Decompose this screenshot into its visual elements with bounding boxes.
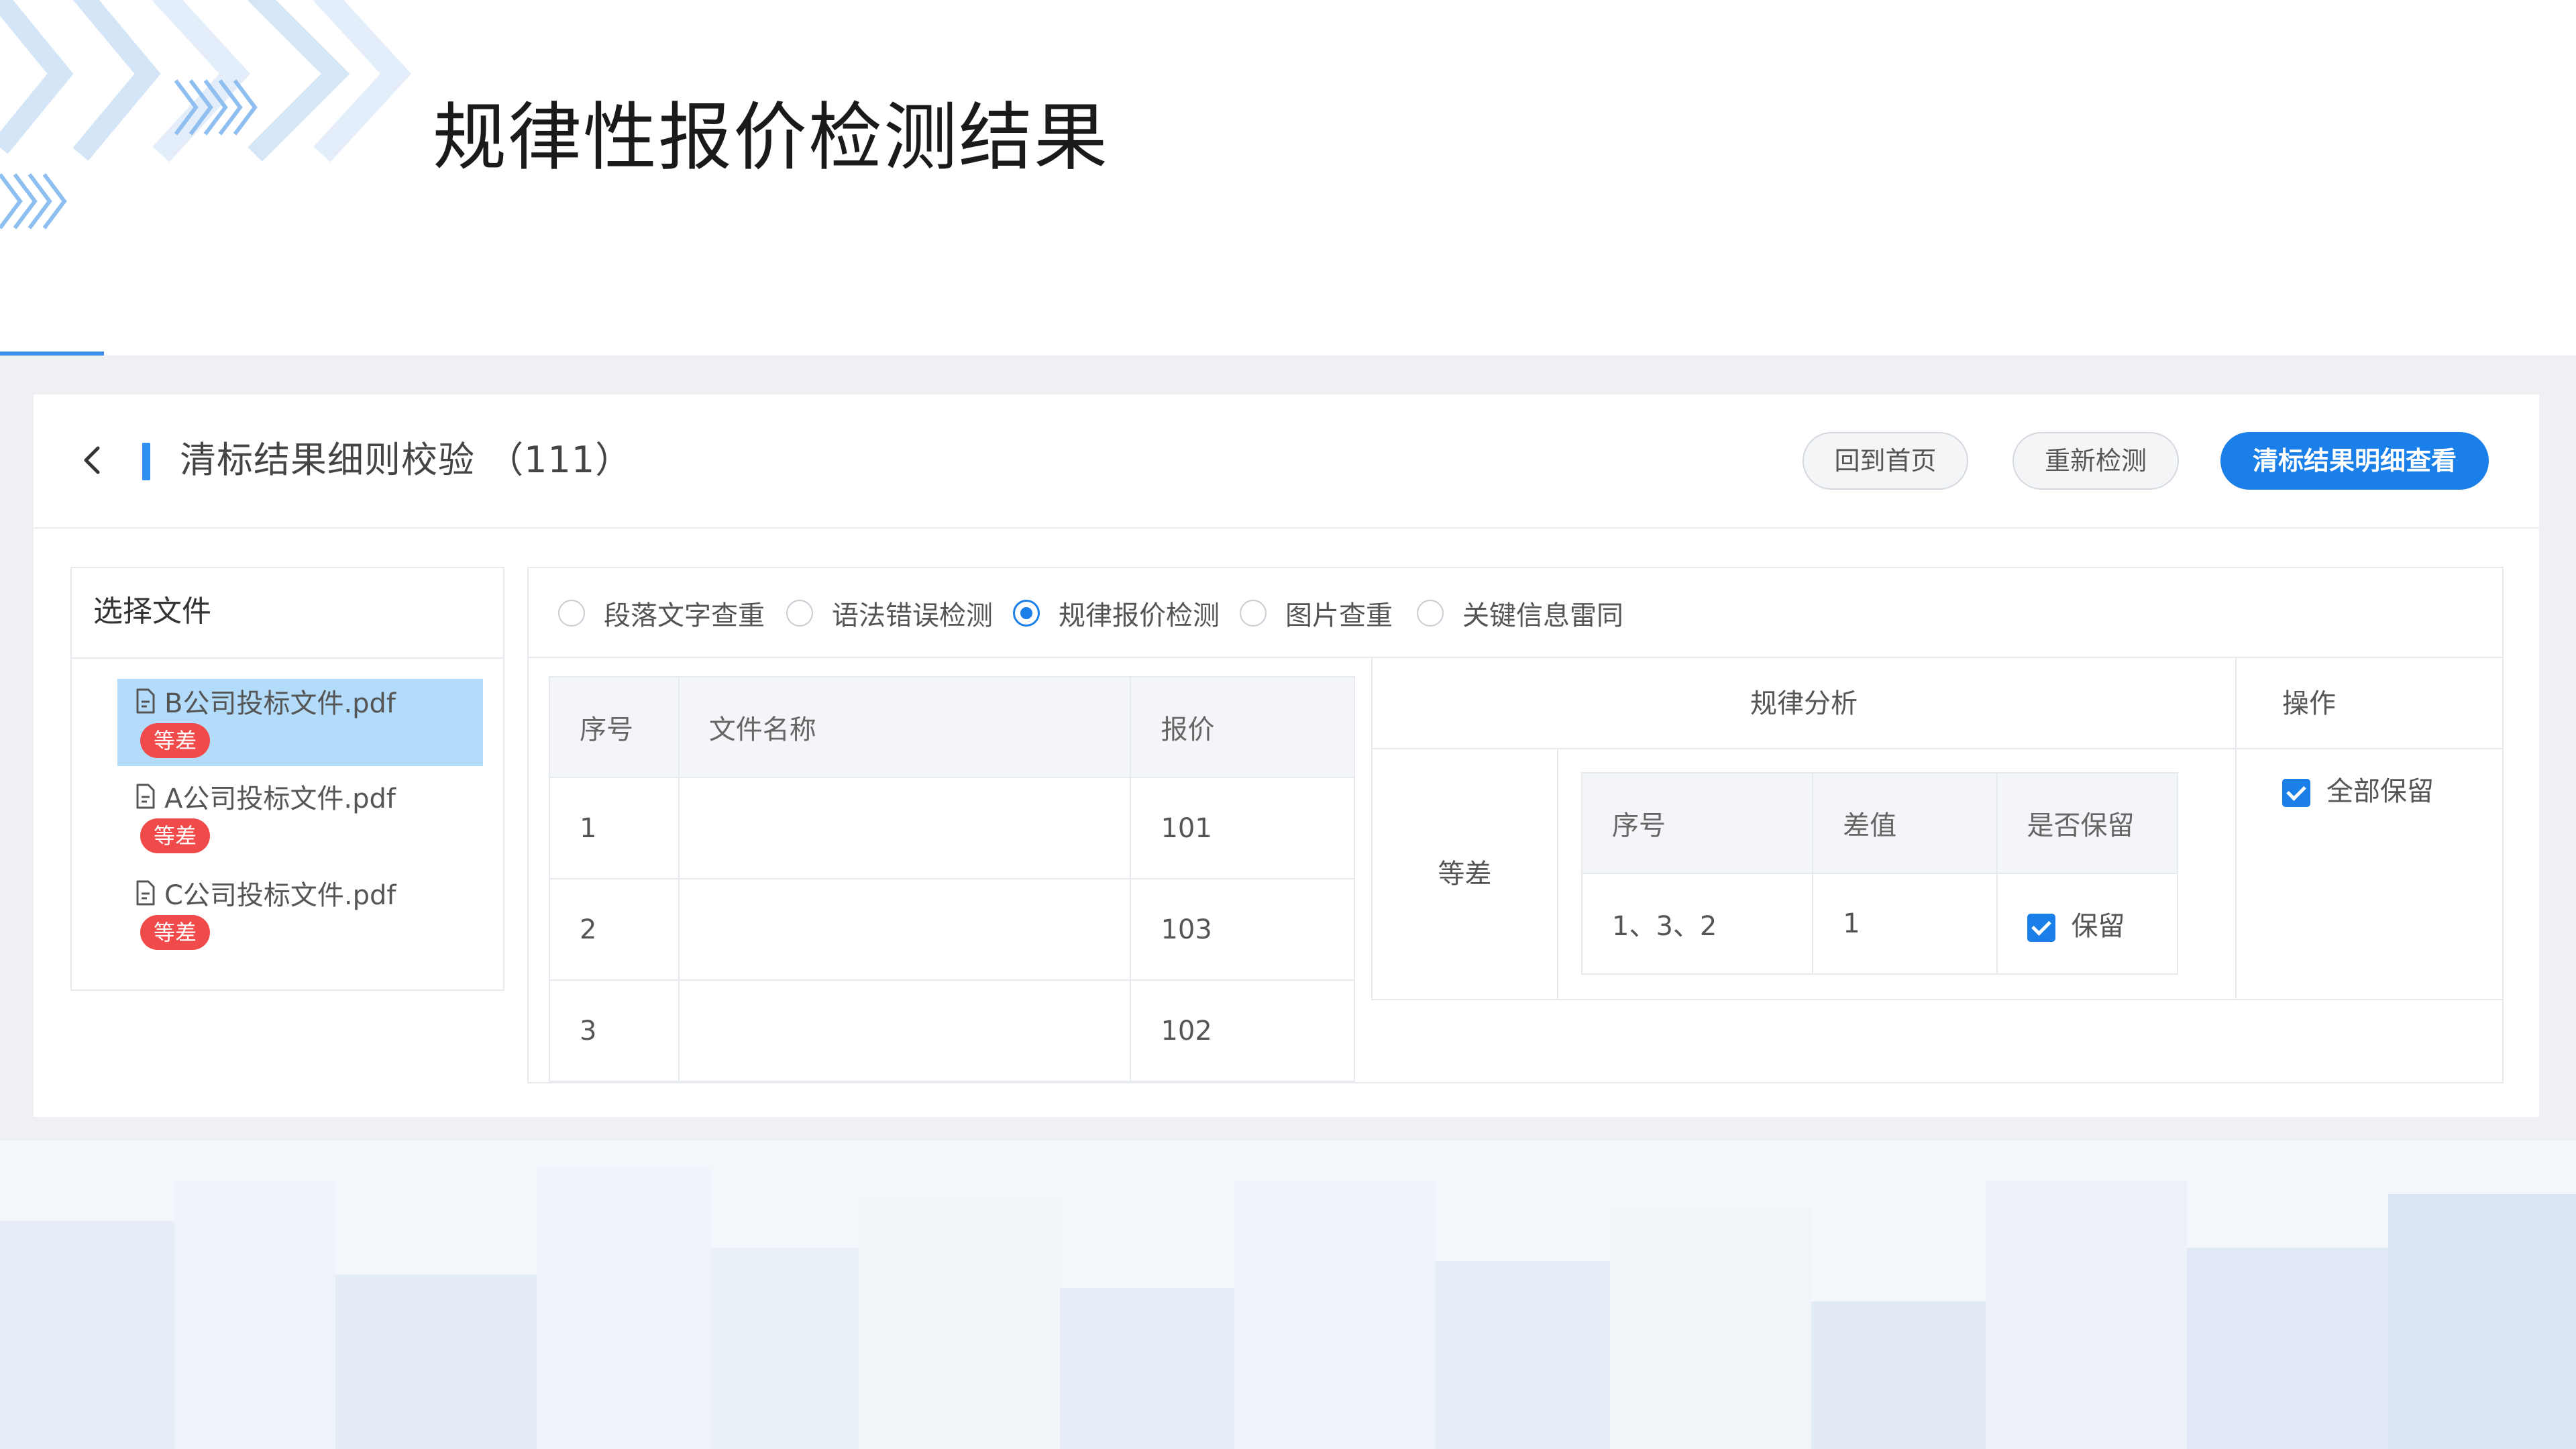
column-header: 报价 [1130,676,1355,778]
file-item[interactable]: A公司投标文件.pdf 等差 [117,774,483,861]
keep-all-label: 全部保留 [2326,776,2434,807]
detection-panel: 段落文字查重 语法错误检测 规律报价检测 图片查重 关键信息雷同 序号 文件名称… [527,567,2504,1083]
slide-title: 规律性报价检测结果 [433,95,1109,180]
file-name: C公司投标文件.pdf [164,880,396,911]
file-name: A公司投标文件.pdf [164,784,396,814]
status-badge: 等差 [140,818,211,853]
file-panel: 选择文件 B公司投标文件.pdf 等差 A公司投标文件.pdf 等差 C公司投标… [70,567,504,991]
header-decoration [0,0,412,229]
column-header: 文件名称 [678,676,1132,778]
column-header: 是否保留 [1996,772,2179,874]
radio-image-duplicate[interactable]: 图片查重 [1240,594,1393,633]
radio-circle-icon [786,600,813,627]
status-badge: 等差 [140,723,211,758]
keep-all-checkbox[interactable] [2282,779,2310,807]
analysis-title: 规律分析 [1373,658,2237,749]
table-header-row: 序号 文件名称 报价 [549,676,1355,778]
home-button[interactable]: 回到首页 [1803,432,1968,490]
card-header: 清标结果细则校验 （111） 回到首页 重新检测 清标结果明细查看 [34,394,2539,529]
pattern-analysis-panel: 规律分析 操作 等差 序号 差值 是否保留 1、3、2 1 保留 全部保留 [1371,658,2504,1000]
view-detail-button[interactable]: 清标结果明细查看 [2220,432,2489,490]
radio-price-pattern[interactable]: 规律报价检测 [1013,594,1220,633]
radio-label: 关键信息雷同 [1462,600,1623,631]
table-row: 2 103 [549,878,1355,981]
table-cell: 1 [549,777,680,879]
column-header: 序号 [1580,772,1814,874]
radio-label: 图片查重 [1285,600,1393,631]
radio-label: 语法错误检测 [832,600,993,631]
radio-grammar-check[interactable]: 语法错误检测 [786,594,993,633]
radio-circle-icon [558,600,585,627]
redetect-button[interactable]: 重新检测 [2012,432,2179,490]
table-cell: 103 [1130,878,1355,981]
analysis-table: 序号 差值 是否保留 1、3、2 1 保留 [1580,772,2179,975]
status-badge: 等差 [140,915,211,950]
file-name: B公司投标文件.pdf [164,688,396,719]
radio-selected-icon [1013,600,1040,627]
table-cell: 101 [1130,777,1355,879]
pattern-type: 等差 [1373,749,1558,999]
table-header-row: 序号 差值 是否保留 [1580,772,2179,874]
document-icon [136,880,155,906]
radio-circle-icon [1417,600,1444,627]
file-item[interactable]: C公司投标文件.pdf 等差 [117,871,483,958]
table-cell: 2 [549,878,680,981]
table-row: 3 102 [549,979,1355,1082]
table-cell [678,777,1132,879]
operation-title: 操作 [2237,658,2504,749]
page-title: 清标结果细则校验 （111） [180,439,633,481]
table-row: 1 101 [549,777,1355,879]
radio-label: 规律报价检测 [1059,600,1220,631]
table-row: 1、3、2 1 保留 [1580,873,2179,975]
bottom-decoration [0,1140,2576,1449]
document-icon [136,688,155,714]
analysis-detail: 序号 差值 是否保留 1、3、2 1 保留 [1558,749,2237,999]
title-accent-bar [142,443,150,480]
file-panel-title: 选择文件 [72,568,503,659]
column-header: 差值 [1812,772,1998,874]
file-item[interactable]: B公司投标文件.pdf 等差 [117,679,483,766]
document-icon [136,784,155,809]
difference-cell: 1 [1812,873,1998,975]
table-cell [678,878,1132,981]
table-cell: 3 [549,979,680,1082]
price-table: 序号 文件名称 报价 1 101 2 103 3 102 [549,676,1355,1082]
detection-type-radio-group: 段落文字查重 语法错误检测 规律报价检测 图片查重 关键信息雷同 [529,568,2502,658]
back-arrow-icon[interactable] [72,440,113,480]
table-cell [678,979,1132,1082]
radio-key-info-similar[interactable]: 关键信息雷同 [1417,594,1623,633]
radio-label: 段落文字查重 [604,600,765,631]
column-header: 序号 [549,676,680,778]
table-cell: 102 [1130,979,1355,1082]
radio-paragraph-duplicate[interactable]: 段落文字查重 [558,594,765,633]
sequence-cell: 1、3、2 [1580,873,1814,975]
keep-cell: 保留 [1996,873,2179,975]
result-card: 清标结果细则校验 （111） 回到首页 重新检测 清标结果明细查看 选择文件 B… [34,394,2539,1117]
keep-label: 保留 [2071,911,2125,942]
operation-cell: 全部保留 [2237,749,2504,999]
radio-circle-icon [1240,600,1267,627]
keep-checkbox[interactable] [2027,914,2055,942]
